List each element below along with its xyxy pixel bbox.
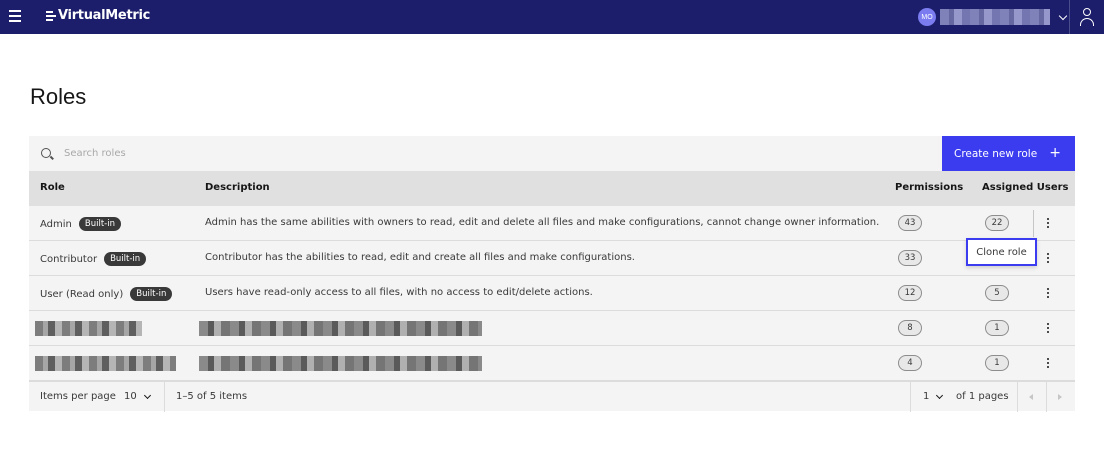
role-description: Contributor has the abilities to read, e… — [205, 252, 635, 263]
chevron-down-icon — [1058, 11, 1068, 20]
role-description: Users have read-only access to all files… — [205, 287, 593, 298]
items-per-page-value: 10 — [124, 391, 137, 402]
overflow-menu-icon[interactable] — [1045, 286, 1051, 300]
user-name-redacted — [940, 9, 1050, 25]
pagination: Items per page 10 1–5 of 5 items 1 of 1 … — [29, 381, 1075, 412]
brand-name: VirtualMetric — [58, 8, 151, 23]
user-avatar: MO — [918, 8, 936, 26]
items-range-text: 1–5 of 5 items — [176, 391, 248, 402]
next-page-button[interactable] — [1053, 390, 1067, 404]
brand-mark-icon — [46, 10, 56, 22]
profile-icon[interactable] — [1079, 7, 1095, 27]
role-cell: Contributor Built-in — [40, 252, 147, 266]
role-cell: User (Read only) Built-in — [40, 287, 173, 301]
built-in-badge: Built-in — [104, 252, 147, 266]
create-button-label: Create new role — [954, 147, 1038, 160]
role-name: Contributor — [40, 253, 98, 265]
overflow-menu-icon[interactable] — [1045, 216, 1051, 230]
column-header-description[interactable]: Description — [205, 182, 270, 193]
role-description: Admin has the same abilities with owners… — [205, 217, 880, 228]
page-number-select[interactable]: 1 — [923, 391, 944, 402]
table-row[interactable]: Admin Built-in Admin has the same abilit… — [29, 206, 1075, 241]
chevron-down-icon — [936, 391, 944, 399]
column-divider — [1033, 210, 1034, 237]
permissions-count[interactable]: 8 — [898, 320, 922, 336]
built-in-badge: Built-in — [130, 287, 173, 301]
user-menu[interactable]: MO — [912, 0, 1068, 34]
search-icon — [41, 148, 51, 158]
role-name: User (Read only) — [40, 288, 124, 300]
search-input[interactable] — [59, 136, 939, 171]
caret-right-icon — [1058, 394, 1062, 400]
plus-icon: + — [1049, 145, 1061, 161]
top-bar: VirtualMetric MO — [0, 0, 1104, 34]
built-in-badge: Built-in — [78, 217, 121, 231]
role-cell: Admin Built-in — [40, 217, 121, 231]
overflow-menu-icon[interactable] — [1045, 251, 1051, 265]
roles-table: Role Description Permissions Assigned Us… — [29, 171, 1075, 381]
pager-divider — [910, 382, 911, 412]
pager-divider — [1046, 382, 1047, 412]
pager-divider — [164, 382, 165, 412]
role-description-redacted — [199, 321, 482, 336]
role-name-redacted — [35, 356, 176, 371]
caret-left-icon — [1029, 394, 1033, 400]
page-title: Roles — [30, 84, 87, 109]
assigned-users-count[interactable]: 1 — [985, 355, 1009, 371]
column-header-role[interactable]: Role — [40, 182, 65, 193]
hamburger-menu-icon[interactable] — [9, 10, 25, 24]
table-row[interactable]: 4 1 — [29, 346, 1075, 381]
permissions-count[interactable]: 12 — [898, 285, 922, 301]
column-header-permissions[interactable]: Permissions — [895, 182, 963, 193]
create-new-role-button[interactable]: Create new role + — [942, 136, 1075, 171]
overflow-menu-icon[interactable] — [1045, 321, 1051, 335]
table-row[interactable]: User (Read only) Built-in Users have rea… — [29, 276, 1075, 311]
table-row[interactable]: Contributor Built-in Contributor has the… — [29, 241, 1075, 276]
permissions-count[interactable]: 4 — [898, 355, 922, 371]
role-name: Admin — [40, 218, 72, 230]
items-per-page-select[interactable]: 10 — [124, 391, 151, 402]
role-name-redacted — [35, 321, 142, 336]
total-pages-text: of 1 pages — [956, 391, 1009, 402]
overflow-menu-icon[interactable] — [1045, 356, 1051, 370]
chevron-down-icon — [143, 391, 151, 399]
table-header: Role Description Permissions Assigned Us… — [29, 171, 1075, 206]
clone-role-menu-item[interactable]: Clone role — [966, 238, 1037, 266]
current-page-value: 1 — [923, 391, 930, 402]
pager-divider — [1017, 382, 1018, 412]
permissions-count[interactable]: 43 — [898, 215, 922, 231]
assigned-users-count[interactable]: 1 — [985, 320, 1009, 336]
assigned-users-count[interactable]: 22 — [985, 215, 1009, 231]
brand-logo[interactable]: VirtualMetric — [46, 8, 150, 23]
previous-page-button[interactable] — [1024, 390, 1038, 404]
permissions-count[interactable]: 33 — [898, 250, 922, 266]
role-description-redacted — [199, 356, 482, 371]
header-divider — [1069, 0, 1070, 34]
table-row[interactable]: 8 1 — [29, 311, 1075, 346]
items-per-page-label: Items per page — [40, 391, 116, 402]
table-toolbar: Create new role + — [29, 136, 1075, 171]
column-header-assigned-users[interactable]: Assigned Users — [982, 182, 1069, 193]
assigned-users-count[interactable]: 5 — [985, 285, 1009, 301]
